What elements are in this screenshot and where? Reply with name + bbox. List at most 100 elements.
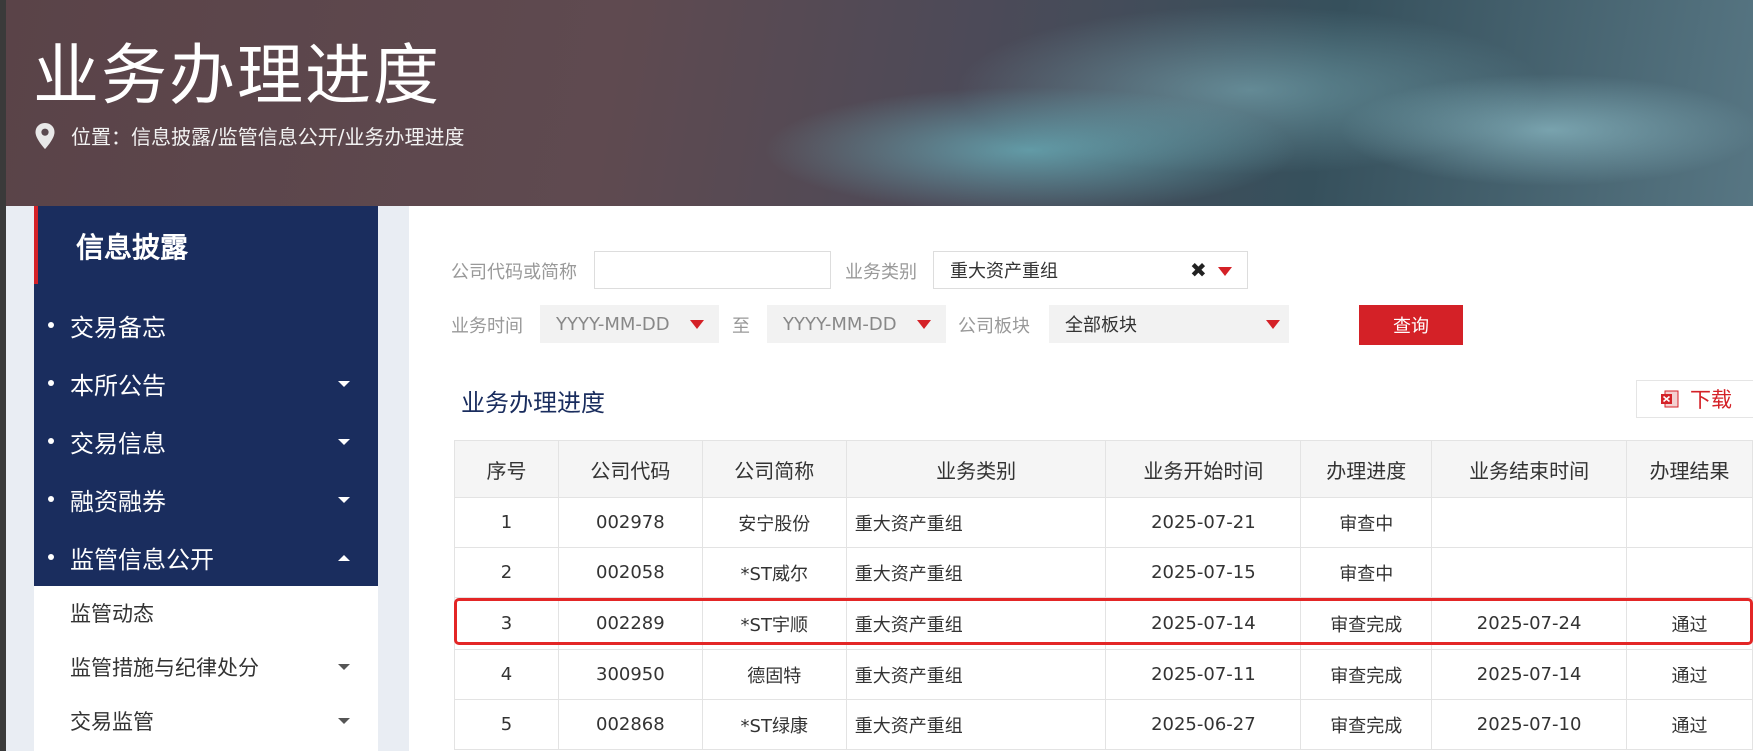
cell-start-date: 2025-07-15 — [1105, 547, 1302, 598]
sidebar-nav: 交易备忘 本所公告 交易信息 融资融券 监管信息公开 — [34, 284, 378, 586]
cell-company-code: 300950 — [557, 649, 703, 700]
cell-biz-type: 重大资产重组 — [845, 497, 1107, 548]
dropdown-arrow-icon — [1218, 267, 1232, 276]
company-search-input[interactable] — [594, 251, 831, 289]
sidebar-item-margin-trading[interactable]: 融资融券 — [34, 470, 378, 528]
cell-result — [1626, 547, 1753, 598]
column-header[interactable]: 公司代码 — [557, 440, 703, 498]
table-row: 4 300950 德固特 重大资产重组 2025-07-11 审查完成 2025… — [454, 649, 1753, 700]
board-select[interactable]: 全部板块 — [1049, 305, 1289, 343]
cell-company-name: *ST宇顺 — [701, 597, 847, 650]
sidebar-item-regulatory-disclosure[interactable]: 监管信息公开 — [34, 528, 378, 586]
sidebar-item-label: 本所公告 — [70, 371, 166, 400]
cell-biz-type: 重大资产重组 — [845, 699, 1107, 750]
dropdown-arrow-icon — [917, 320, 931, 329]
cell-company-code: 002868 — [557, 699, 703, 750]
breadcrumb-text: 位置：信息披露/监管信息公开/业务办理进度 — [71, 125, 465, 149]
board-label: 公司板块 — [958, 316, 1030, 337]
biz-type-select[interactable]: 重大资产重组 ✖ — [933, 251, 1248, 289]
company-filter-label: 公司代码或简称 — [451, 262, 577, 283]
subnav-item-measures-discipline[interactable]: 监管措施与纪律处分 — [34, 640, 378, 694]
cell-progress: 审查中 — [1300, 497, 1433, 548]
bullet-icon — [48, 322, 54, 328]
clear-icon[interactable]: ✖ — [1190, 258, 1207, 282]
cell-biz-type: 重大资产重组 — [845, 649, 1107, 700]
sidebar: 信息披露 交易备忘 本所公告 交易信息 融资融券 监管信息公开 监管动态 监管措… — [34, 206, 378, 751]
table-row: 2 002058 *ST威尔 重大资产重组 2025-07-15 审查中 — [454, 547, 1753, 598]
table-row: 5 002868 *ST绿康 重大资产重组 2025-06-27 审查完成 20… — [454, 699, 1753, 750]
sidebar-subnav: 监管动态 监管措施与纪律处分 交易监管 — [34, 586, 378, 751]
biz-time-label: 业务时间 — [451, 316, 523, 337]
page-title: 业务办理进度 — [33, 37, 441, 114]
cell-result: 通过 — [1626, 597, 1753, 650]
cell-result — [1626, 497, 1753, 548]
progress-table: 序号 公司代码 公司简称 业务类别 业务开始时间 办理进度 业务结束时间 办理结… — [454, 440, 1753, 750]
sidebar-heading-label: 信息披露 — [76, 231, 189, 264]
cell-company-name: 德固特 — [701, 649, 847, 700]
date-from-select[interactable]: YYYY-MM-DD — [540, 305, 719, 343]
cell-index: 3 — [454, 597, 559, 650]
table-header-row: 序号 公司代码 公司简称 业务类别 业务开始时间 办理进度 业务结束时间 办理结… — [454, 440, 1753, 498]
subnav-item-regulatory-news[interactable]: 监管动态 — [34, 586, 378, 640]
caret-up-icon — [338, 555, 350, 561]
column-header[interactable]: 业务开始时间 — [1105, 440, 1302, 498]
cell-index: 2 — [454, 547, 559, 598]
column-header[interactable]: 业务结束时间 — [1431, 440, 1628, 498]
sidebar-item-trading-info[interactable]: 交易信息 — [34, 412, 378, 470]
header-banner: 业务办理进度 位置：信息披露/监管信息公开/业务办理进度 — [0, 0, 1753, 206]
sidebar-item-label: 交易备忘 — [70, 313, 166, 342]
download-button[interactable]: 下载 — [1636, 380, 1753, 418]
subnav-item-trading-supervision[interactable]: 交易监管 — [34, 694, 378, 748]
cell-company-name: *ST威尔 — [701, 547, 847, 598]
cell-company-code: 002058 — [557, 547, 703, 598]
cell-index: 4 — [454, 649, 559, 700]
cell-company-name: *ST绿康 — [701, 699, 847, 750]
cell-end-date: 2025-07-24 — [1431, 597, 1628, 650]
query-button[interactable]: 查询 — [1359, 305, 1463, 345]
excel-file-icon — [1661, 390, 1679, 408]
sidebar-item-trading-memo[interactable]: 交易备忘 — [34, 296, 378, 354]
bullet-icon — [48, 554, 54, 560]
cell-result: 通过 — [1626, 649, 1753, 700]
caret-down-icon — [338, 664, 350, 670]
caret-down-icon — [338, 497, 350, 503]
column-header[interactable]: 办理进度 — [1300, 440, 1433, 498]
board-value: 全部板块 — [1065, 315, 1137, 336]
download-label: 下载 — [1690, 388, 1732, 412]
date-to-select[interactable]: YYYY-MM-DD — [767, 305, 946, 343]
bullet-icon — [48, 380, 54, 386]
cell-end-date — [1431, 547, 1628, 598]
table-row: 1 002978 安宁股份 重大资产重组 2025-07-21 审查中 — [454, 497, 1753, 548]
column-header[interactable]: 序号 — [454, 440, 559, 498]
cell-start-date: 2025-07-14 — [1105, 597, 1302, 650]
caret-down-icon — [338, 718, 350, 724]
biz-type-label: 业务类别 — [845, 262, 917, 283]
cell-start-date: 2025-07-11 — [1105, 649, 1302, 700]
column-header[interactable]: 公司简称 — [701, 440, 847, 498]
cell-progress: 审查完成 — [1300, 699, 1433, 750]
sidebar-item-label: 融资融券 — [70, 487, 166, 516]
dropdown-arrow-icon — [690, 320, 704, 329]
cell-end-date: 2025-07-10 — [1431, 699, 1628, 750]
subnav-item-label: 交易监管 — [70, 710, 154, 734]
cell-start-date: 2025-06-27 — [1105, 699, 1302, 750]
biz-type-value: 重大资产重组 — [950, 261, 1058, 282]
subnav-item-label: 监管动态 — [70, 602, 154, 626]
breadcrumb: 位置：信息披露/监管信息公开/业务办理进度 — [33, 121, 464, 150]
cell-start-date: 2025-07-21 — [1105, 497, 1302, 548]
main-panel: 公司代码或简称 业务类别 重大资产重组 ✖ 业务时间 YYYY-MM-DD 至 … — [409, 206, 1753, 751]
cell-company-code: 002978 — [557, 497, 703, 548]
cell-company-name: 安宁股份 — [701, 497, 847, 548]
column-header[interactable]: 办理结果 — [1626, 440, 1753, 498]
column-header[interactable]: 业务类别 — [845, 440, 1107, 498]
cell-end-date — [1431, 497, 1628, 548]
cell-progress: 审查完成 — [1300, 649, 1433, 700]
date-from-placeholder: YYYY-MM-DD — [556, 313, 670, 335]
bullet-icon — [48, 438, 54, 444]
location-pin-icon — [35, 122, 55, 149]
cell-company-code: 002289 — [557, 597, 703, 650]
sidebar-item-exchange-announcements[interactable]: 本所公告 — [34, 354, 378, 412]
to-label: 至 — [732, 316, 750, 337]
table-row: 3 002289 *ST宇顺 重大资产重组 2025-07-14 审查完成 20… — [454, 597, 1753, 650]
caret-down-icon — [338, 439, 350, 445]
